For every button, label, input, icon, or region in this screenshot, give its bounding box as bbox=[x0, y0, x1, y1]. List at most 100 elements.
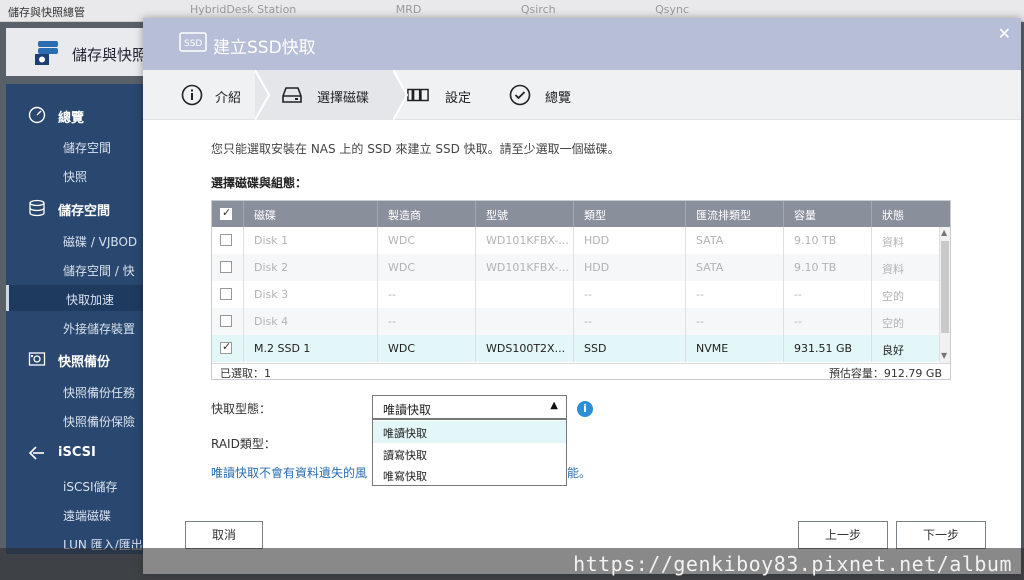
row-checkbox[interactable] bbox=[220, 315, 232, 327]
cell-text: WDC bbox=[388, 342, 416, 355]
close-icon[interactable]: ✕ bbox=[998, 24, 1011, 43]
sidebar-item-external-storage[interactable]: 外接儲存裝置 bbox=[6, 314, 146, 340]
scroll-down-icon[interactable]: ▼ bbox=[941, 351, 947, 360]
cell-text: WDC bbox=[388, 234, 416, 247]
dropdown-option-readwrite[interactable]: 讀寫快取 bbox=[373, 443, 566, 465]
table-cell bbox=[476, 308, 574, 335]
next-button[interactable]: 下一步 bbox=[896, 521, 986, 549]
select-all-checkbox[interactable] bbox=[220, 206, 232, 220]
dropdown-option-writeonly[interactable]: 唯寫快取 bbox=[373, 464, 566, 486]
cell-text: SSD bbox=[584, 342, 607, 355]
table-cell: 9.10 TB bbox=[784, 227, 872, 254]
cell-text: Disk 2 bbox=[254, 261, 289, 274]
back-button[interactable]: 上一步 bbox=[798, 521, 888, 549]
row-checkbox[interactable] bbox=[220, 340, 232, 354]
bg-tab[interactable]: MRD bbox=[396, 3, 422, 16]
sidebar-item-snapshot[interactable]: 快照 bbox=[6, 162, 146, 188]
table-cell: WD101KFBX-... bbox=[476, 227, 574, 254]
info-icon[interactable]: i bbox=[577, 401, 593, 417]
table-header: 磁碟 製造商 型號 類型 匯流排類型 容量 狀態 bbox=[212, 201, 950, 227]
app-name: 儲存與快照 bbox=[72, 46, 148, 64]
column-header[interactable]: 磁碟 bbox=[244, 201, 378, 227]
info-circle-icon bbox=[181, 84, 203, 106]
dialog-header: SSD 建立SSD快取 ✕ bbox=[143, 18, 1021, 70]
table-cell: -- bbox=[574, 281, 686, 308]
table-cell: WDC bbox=[378, 335, 476, 362]
table-cell: -- bbox=[784, 281, 872, 308]
sidebar-item-storage[interactable]: 儲存空間 bbox=[6, 133, 146, 159]
sidebar-item-cache-acceleration[interactable]: 快取加速 bbox=[6, 285, 146, 311]
table-cell: NVME bbox=[686, 335, 784, 362]
cancel-button[interactable]: 取消 bbox=[185, 521, 263, 549]
table-row[interactable]: Disk 4 -- -- -- -- 空的 bbox=[212, 308, 940, 335]
cache-type-dropdown: 唯讀快取 讀寫快取 唯寫快取 bbox=[372, 419, 567, 486]
cell-text: 9.10 TB bbox=[794, 234, 837, 247]
sidebar-item-disks[interactable]: 磁碟 / VJBOD bbox=[6, 227, 146, 253]
cell-text: 資料 bbox=[882, 236, 904, 249]
sidebar-section-snapshot-backup[interactable]: 快照備份 bbox=[6, 344, 146, 374]
row-select-cell bbox=[212, 335, 244, 362]
step-summary: 總覽 bbox=[503, 70, 613, 120]
step-label: 設定 bbox=[445, 91, 472, 106]
bg-tab[interactable]: Qsirch bbox=[521, 3, 556, 16]
sidebar-item-storage-space[interactable]: 儲存空間 / 快 bbox=[6, 256, 146, 282]
disk-table: 磁碟 製造商 型號 類型 匯流排類型 容量 狀態 Disk 1 WDC WD101K… bbox=[211, 200, 951, 380]
row-checkbox[interactable] bbox=[220, 261, 232, 273]
column-header[interactable]: 型號 bbox=[476, 201, 574, 227]
sidebar-item-snapshot-vault[interactable]: 快照備份保險 bbox=[6, 407, 146, 433]
cache-note-tail: 能。 bbox=[567, 466, 592, 480]
caret-up-icon: ▲ bbox=[550, 400, 558, 411]
option-label: 唯讀快取 bbox=[383, 427, 427, 440]
row-checkbox[interactable] bbox=[220, 288, 232, 300]
cell-text: -- bbox=[388, 288, 396, 301]
step-separator bbox=[255, 70, 271, 120]
cell-text: HDD bbox=[584, 234, 610, 247]
sidebar-item-remote-disk[interactable]: 遠端磁碟 bbox=[6, 501, 146, 527]
sidebar-item-label: 儲存空間 bbox=[63, 141, 112, 155]
table-cell: -- bbox=[574, 308, 686, 335]
cell-text: 931.51 GB bbox=[794, 342, 853, 355]
step-label: 介紹 bbox=[215, 91, 242, 106]
row-checkbox[interactable] bbox=[220, 234, 232, 246]
table-row[interactable]: Disk 1 WDC WD101KFBX-... HDD SATA 9.10 TB 資料 bbox=[212, 227, 940, 254]
sidebar-item-snapshot-tasks[interactable]: 快照備份任務 bbox=[6, 378, 146, 404]
table-row[interactable]: Disk 3 -- -- -- -- 空的 bbox=[212, 281, 940, 308]
column-header[interactable]: 類型 bbox=[574, 201, 686, 227]
scrollbar-thumb[interactable] bbox=[941, 241, 949, 333]
table-cell: Disk 3 bbox=[244, 281, 378, 308]
section-title: 選擇磁碟與組態： bbox=[211, 176, 308, 190]
sidebar-section-storage[interactable]: 儲存空間 bbox=[6, 193, 146, 223]
sidebar-section-overview[interactable]: 總覽 bbox=[6, 100, 146, 130]
cell-text: -- bbox=[584, 288, 592, 301]
column-header[interactable]: 匯流排類型 bbox=[686, 201, 784, 227]
background-tabs: HybridDesk Station MRD Qsirch Qsync bbox=[190, 3, 785, 16]
cell-text: SATA bbox=[696, 234, 724, 247]
sidebar-section-iscsi[interactable]: iSCSI bbox=[6, 438, 146, 468]
cell-text: Disk 3 bbox=[254, 288, 289, 301]
snapshot-icon bbox=[28, 352, 46, 366]
cell-text: -- bbox=[794, 315, 802, 328]
row-select-cell bbox=[212, 281, 244, 308]
cache-type-select[interactable]: 唯讀快取 ▲ bbox=[372, 395, 567, 419]
table-cell: M.2 SSD 1 bbox=[244, 335, 378, 362]
column-header[interactable]: 容量 bbox=[784, 201, 872, 227]
cache-type-value: 唯讀快取 bbox=[383, 403, 432, 417]
scroll-up-icon[interactable]: ▲ bbox=[941, 228, 947, 237]
table-cell: WDS100T2X... bbox=[476, 335, 574, 362]
sidebar-item-iscsi-storage[interactable]: iSCSI儲存 bbox=[6, 472, 146, 498]
intro-text: 您只能選取安裝在 NAS 上的 SSD 來建立 SSD 快取。請至少選取一個磁碟… bbox=[211, 142, 620, 156]
bg-tab[interactable]: HybridDesk Station bbox=[190, 3, 296, 16]
table-scrollbar[interactable]: ▲ ▼ bbox=[940, 227, 950, 363]
dropdown-option-readonly[interactable]: 唯讀快取 bbox=[373, 421, 566, 443]
column-header[interactable]: 製造商 bbox=[378, 201, 476, 227]
table-row[interactable]: M.2 SSD 1 WDC WDS100T2X... SSD NVME 931.51 GB… bbox=[212, 335, 940, 362]
column-header-label: 類型 bbox=[584, 209, 606, 222]
table-row[interactable]: Disk 2 WDC WD101KFBX-... HDD SATA 9.10 TB 資料 bbox=[212, 254, 940, 281]
cell-text: NVME bbox=[696, 342, 729, 355]
app-header: 儲存與快照 bbox=[6, 28, 148, 76]
cell-text: -- bbox=[794, 288, 802, 301]
sidebar: 總覽 儲存空間 快照 儲存空間 磁碟 / VJBOD 儲存空間 / 快 快取加速… bbox=[6, 84, 146, 554]
bg-tab[interactable]: Qsync bbox=[655, 3, 689, 16]
column-header[interactable]: 狀態 bbox=[872, 201, 950, 227]
sidebar-item-label: 磁碟 / VJBOD bbox=[63, 235, 138, 249]
